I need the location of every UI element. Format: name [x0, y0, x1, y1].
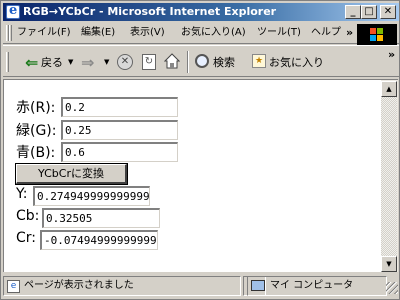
green-label: 緑(G):: [16, 123, 57, 139]
browser-window: RGB→YCbCr - Microsoft Internet Explorer …: [0, 0, 400, 300]
menu-tools[interactable]: ツール(T): [257, 22, 301, 44]
status-message-pane: e ページが表示されました: [3, 276, 241, 296]
back-arrow-icon[interactable]: ⇐: [25, 55, 38, 71]
y-output[interactable]: 0.274949999999999: [33, 186, 150, 206]
scroll-up-button[interactable]: ▲: [381, 81, 397, 97]
menu-view[interactable]: 表示(V): [130, 22, 165, 44]
forward-dropdown-icon[interactable]: ▼: [104, 58, 109, 66]
resize-grip[interactable]: [386, 282, 398, 294]
minimize-button[interactable]: _: [345, 5, 361, 19]
refresh-icon[interactable]: ↻: [142, 54, 156, 70]
menu-edit[interactable]: 編集(E): [81, 22, 115, 44]
menu-bar: ファイル(F) 編集(E) 表示(V) お気に入り(A) ツール(T) ヘルプ …: [3, 22, 399, 44]
forward-arrow-icon[interactable]: ⇒: [81, 55, 94, 71]
toolbar-overflow-chevron[interactable]: »: [388, 48, 395, 61]
my-computer-icon: [251, 280, 265, 291]
home-icon[interactable]: [164, 53, 180, 69]
cr-output[interactable]: -0.0749499999999999: [40, 230, 158, 250]
menu-favorites[interactable]: お気に入り(A): [181, 22, 246, 44]
cr-label: Cr:: [16, 230, 37, 246]
green-input[interactable]: 0.25: [61, 120, 178, 140]
window-title: RGB→YCbCr - Microsoft Internet Explorer: [23, 5, 277, 18]
title-bar[interactable]: RGB→YCbCr - Microsoft Internet Explorer …: [3, 3, 399, 21]
page-content: 赤(R): 0.2 緑(G): 0.25 青(B): 0.6 YCbCrに変換 …: [3, 79, 383, 272]
back-dropdown-icon[interactable]: ▼: [68, 58, 73, 66]
status-zone-pane: マイ コンピュータ: [247, 276, 387, 296]
cb-label: Cb:: [16, 208, 40, 224]
status-zone: マイ コンピュータ: [270, 280, 354, 291]
stop-icon[interactable]: ✕: [117, 54, 133, 70]
favorites-icon[interactable]: ★: [252, 54, 266, 68]
red-input[interactable]: 0.2: [61, 97, 178, 117]
windows-logo-icon: [357, 24, 397, 46]
menu-overflow-chevron[interactable]: »: [346, 22, 353, 44]
blue-label: 青(B):: [16, 145, 56, 161]
red-label: 赤(R):: [16, 100, 56, 116]
menu-grip-2: [9, 25, 12, 41]
menu-help[interactable]: ヘルプ: [311, 22, 341, 44]
toolbar-separator: [187, 51, 189, 73]
search-button-label[interactable]: 検索: [213, 54, 235, 70]
cb-output[interactable]: 0.32505: [42, 208, 160, 228]
page-icon: e: [7, 280, 20, 293]
favorites-button-label[interactable]: お気に入り: [269, 54, 324, 70]
menu-file[interactable]: ファイル(F): [17, 22, 71, 44]
status-bar: e ページが表示されました マイ コンピュータ: [3, 274, 399, 298]
ie-logo-icon: [6, 3, 20, 20]
maximize-button[interactable]: □: [361, 5, 377, 19]
toolbar-grip[interactable]: [6, 52, 9, 72]
standard-toolbar: ⇐ 戻る ▼ ⇒ ▼ ✕ ↻ 検索 ★ お気に入り »: [3, 45, 399, 77]
scroll-track[interactable]: [381, 97, 397, 256]
blue-input[interactable]: 0.6: [61, 142, 178, 162]
y-label: Y:: [16, 186, 28, 202]
status-message: ページが表示されました: [24, 280, 134, 291]
scroll-down-button[interactable]: ▼: [381, 256, 397, 272]
close-button[interactable]: ✕: [380, 5, 396, 19]
search-icon[interactable]: [195, 54, 209, 68]
convert-button[interactable]: YCbCrに変換: [15, 163, 128, 185]
vertical-scrollbar[interactable]: ▲ ▼: [381, 79, 398, 272]
back-button-label[interactable]: 戻る: [41, 54, 63, 70]
